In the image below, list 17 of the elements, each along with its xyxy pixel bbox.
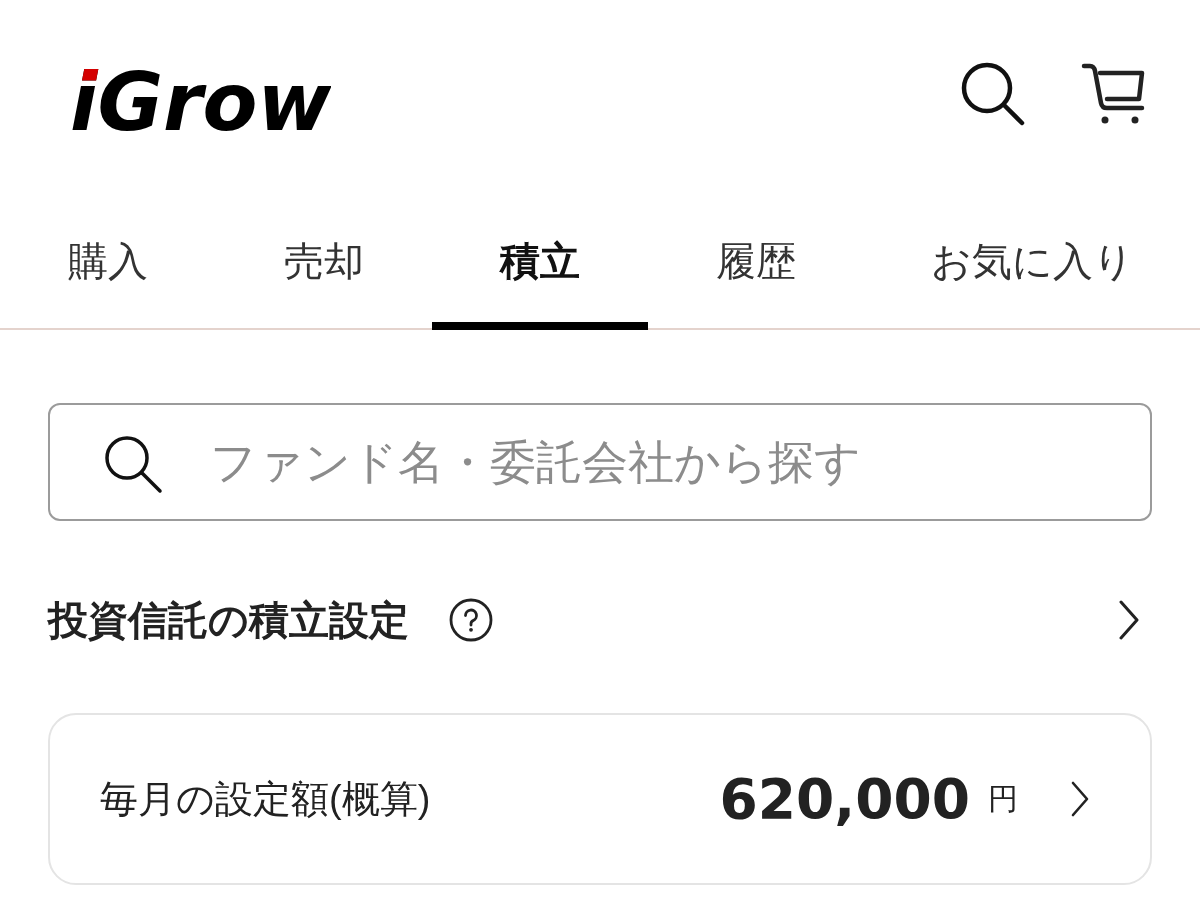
amount-card[interactable]: 毎月の設定額(概算) 620,000 円 [48, 713, 1152, 885]
tab[interactable]: 売却 [216, 200, 432, 330]
search-icon [104, 435, 164, 495]
currency-unit: 円 [988, 784, 1018, 814]
cart-icon[interactable] [1081, 62, 1145, 126]
chevron-right-icon[interactable] [1070, 781, 1090, 817]
search-field[interactable]: ファンド名・委託会社から探す [48, 403, 1152, 521]
tab[interactable]: 購入 [0, 200, 216, 330]
tab[interactable]: 履歴 [648, 200, 864, 330]
section-title: 投資信託の積立設定 [48, 600, 409, 640]
tab[interactable]: 積立 [432, 200, 648, 330]
tab[interactable]: お気に入り [864, 200, 1200, 330]
amount-value: 620,000 [719, 771, 970, 827]
help-icon[interactable] [449, 598, 493, 642]
search-icon[interactable] [961, 62, 1025, 126]
chevron-right-icon[interactable] [1118, 600, 1140, 640]
amount-label: 毎月の設定額(概算) [100, 780, 431, 818]
